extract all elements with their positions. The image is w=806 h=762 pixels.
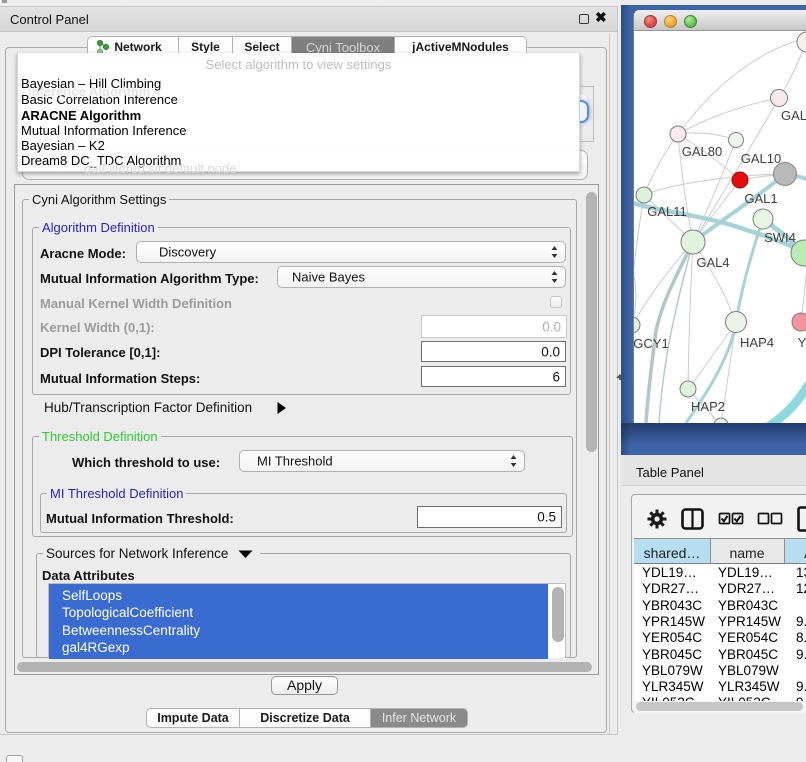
svg-text:SWI4: SWI4 (764, 230, 796, 245)
svg-text:GAL11: GAL11 (647, 204, 687, 219)
svg-text:HAP2: HAP2 (691, 399, 725, 414)
svg-text:GCY1: GCY1 (634, 336, 669, 351)
svg-text:HAP4: HAP4 (740, 335, 774, 350)
svg-text:GAL80: GAL80 (682, 144, 722, 159)
svg-text:GAL: GAL (781, 108, 806, 123)
svg-text:GAL10: GAL10 (741, 151, 781, 166)
svg-text:GAL1: GAL1 (744, 191, 777, 206)
svg-text:Y: Y (798, 335, 806, 350)
svg-text:GAL4: GAL4 (696, 255, 729, 270)
